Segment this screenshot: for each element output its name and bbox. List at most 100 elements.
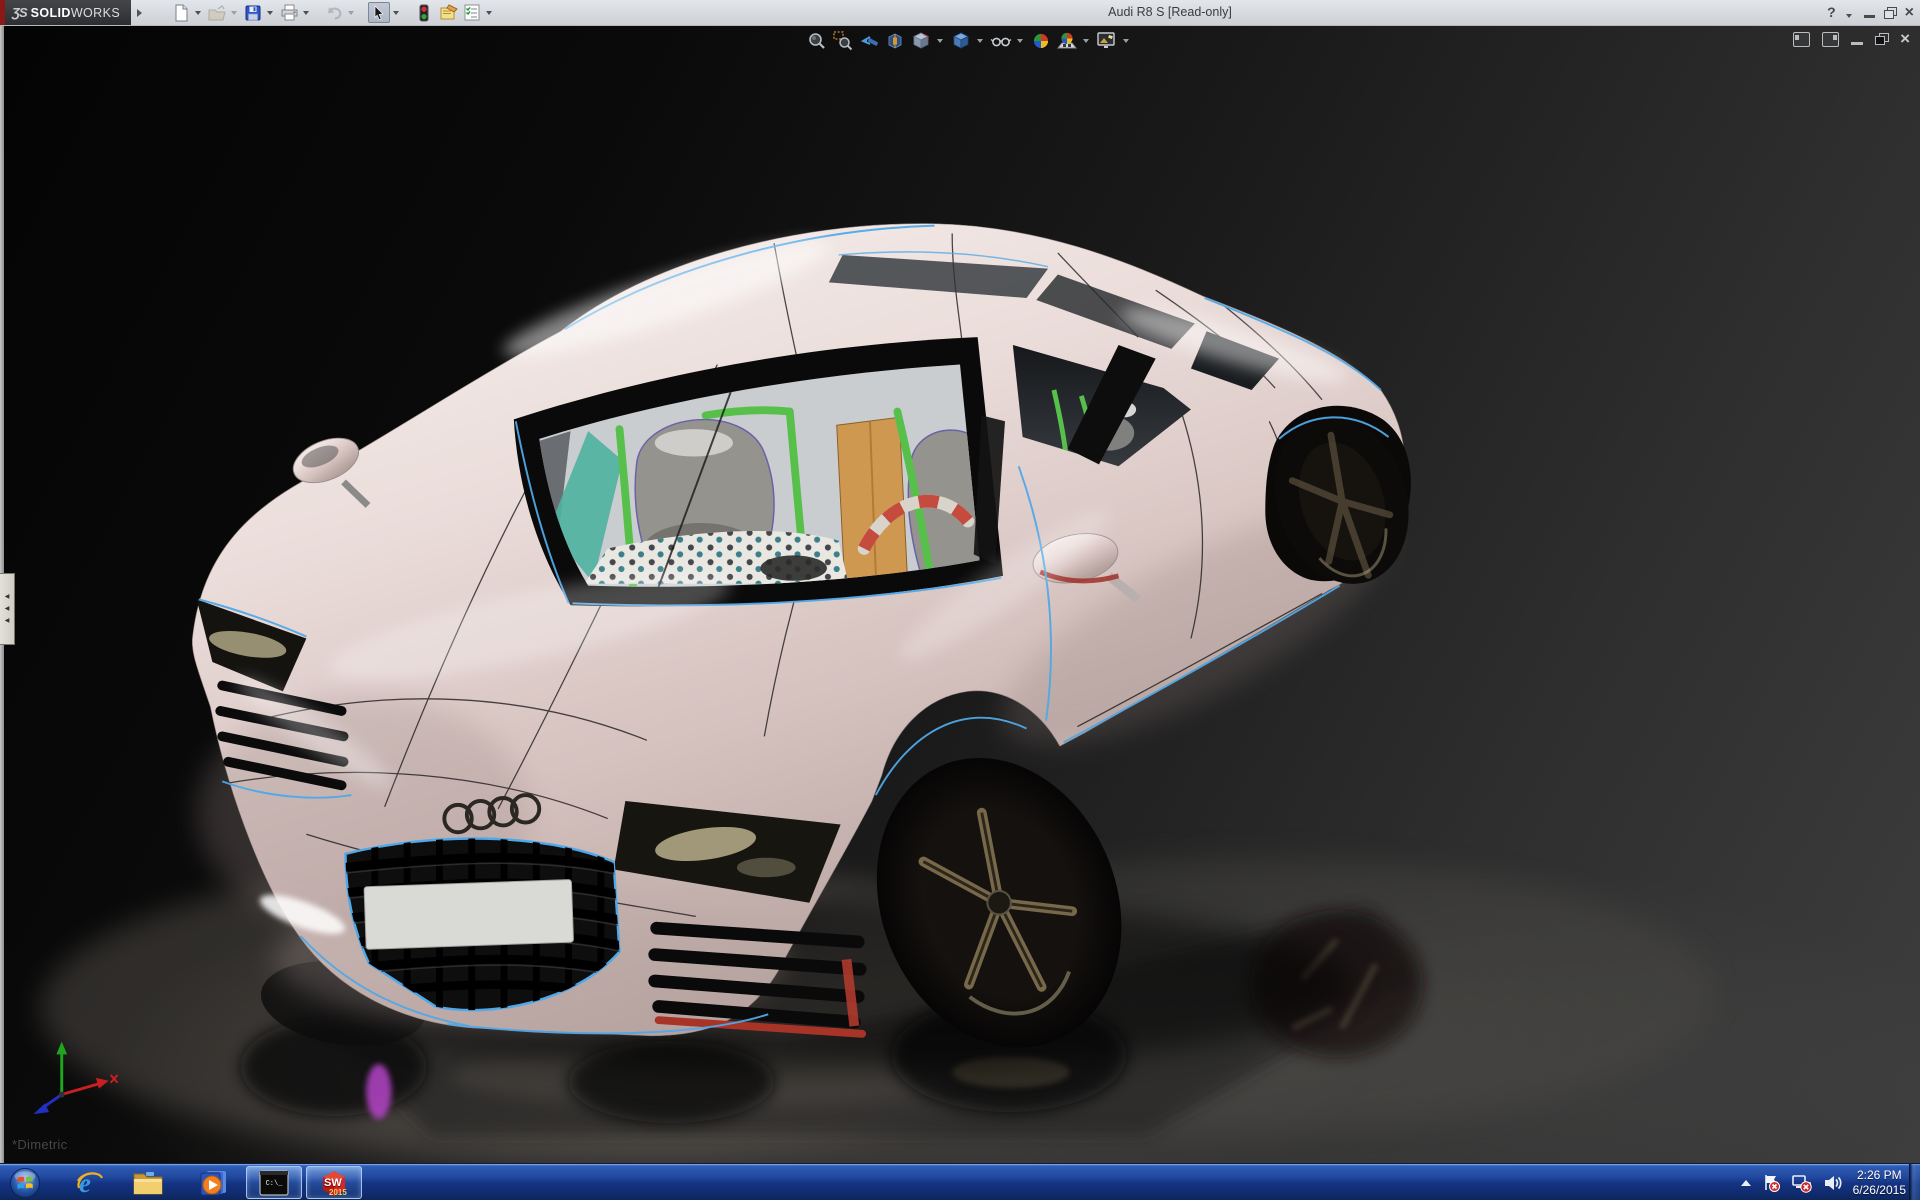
graphics-viewport[interactable]: × ◀ ◀ ◀ *Dimetric [0, 25, 1920, 1163]
save-dropdown-caret[interactable] [267, 11, 273, 15]
view-orientation-caret[interactable] [937, 39, 943, 43]
media-player-icon [199, 1168, 229, 1198]
apply-scene-caret[interactable] [1083, 39, 1089, 43]
select-tool-button[interactable] [368, 2, 390, 23]
stoplight-button[interactable] [413, 2, 435, 23]
stoplight-icon [419, 4, 429, 22]
command-prompt-icon-text: C:\_ [266, 1180, 283, 1188]
view-settings-button[interactable] [1096, 30, 1118, 52]
new-document-icon [172, 4, 190, 22]
print-dropdown-caret[interactable] [303, 11, 309, 15]
internet-explorer-button[interactable]: e [68, 1166, 112, 1199]
solidworks-application-window: ƷS SOLIDWORKS [0, 0, 1920, 1200]
model-render-audi-r8 [0, 25, 1920, 1163]
collapse-arrow-icon: ◀ [5, 618, 10, 624]
design-checker-button[interactable] [461, 2, 483, 23]
select-dropdown-caret[interactable] [393, 11, 399, 15]
license-plate-blank [364, 880, 574, 950]
system-tray: 2:26 PM 6/26/2015 [1741, 1164, 1906, 1200]
save-button[interactable] [242, 2, 264, 23]
apply-scene-button[interactable] [1056, 30, 1078, 52]
media-player-button[interactable] [192, 1166, 236, 1199]
save-floppy-icon [244, 4, 262, 22]
hide-show-items-caret[interactable] [1017, 39, 1023, 43]
design-checker-dropdown-caret[interactable] [486, 11, 492, 15]
zoom-to-area-icon [833, 31, 853, 51]
undo-icon [325, 5, 343, 21]
close-button[interactable]: × [1905, 0, 1914, 25]
display-style-button[interactable] [950, 30, 972, 52]
tray-date: 6/26/2015 [1853, 1183, 1906, 1198]
collapse-arrow-icon: ◀ [5, 606, 10, 612]
solidworks-logo: ƷS SOLIDWORKS [5, 0, 131, 25]
zoom-to-area-button[interactable] [832, 30, 854, 52]
document-window-controls: × [1793, 31, 1910, 47]
network-disconnected-icon[interactable] [1791, 1173, 1813, 1193]
view-orientation-label: *Dimetric [12, 1137, 67, 1152]
document-restore-button[interactable] [1875, 33, 1888, 45]
dassault-3ds-icon: ƷS [12, 5, 27, 20]
hidden-icons-button[interactable] [1741, 1180, 1751, 1186]
svg-text:e: e [79, 1168, 91, 1198]
comment-note-icon [439, 4, 458, 21]
tray-clock[interactable]: 2:26 PM 6/26/2015 [1853, 1168, 1906, 1198]
edit-appearance-icon [1031, 31, 1051, 51]
open-folder-icon [208, 5, 227, 21]
brand-solid: SOLID [31, 6, 71, 20]
new-dropdown-caret[interactable] [195, 11, 201, 15]
command-prompt-button[interactable]: C:\_ [246, 1166, 302, 1199]
feature-manager-collapse-tab[interactable]: ◀ ◀ ◀ [0, 573, 15, 645]
comment-button[interactable] [437, 2, 459, 23]
view-orientation-button[interactable] [910, 30, 932, 52]
start-button[interactable] [6, 1166, 44, 1199]
edit-appearance-button[interactable] [1030, 30, 1052, 52]
select-cursor-icon [372, 5, 386, 21]
display-style-icon [951, 31, 971, 51]
zoom-to-fit-button[interactable] [806, 30, 828, 52]
windows-taskbar: e C:\_ [0, 1163, 1920, 1200]
apply-scene-icon [1056, 31, 1078, 51]
undo-dropdown-caret[interactable] [348, 11, 354, 15]
action-center-flag-icon[interactable] [1761, 1173, 1781, 1193]
tray-time: 2:26 PM [1853, 1168, 1906, 1183]
volume-icon[interactable] [1823, 1173, 1843, 1193]
show-desktop-button[interactable] [1909, 1164, 1920, 1200]
file-explorer-button[interactable] [126, 1166, 170, 1199]
section-view-button[interactable] [884, 30, 906, 52]
toggle-right-pane-button[interactable] [1822, 32, 1839, 47]
restore-button[interactable] [1884, 7, 1896, 18]
help-button[interactable]: ? [1827, 0, 1836, 25]
print-icon [280, 4, 299, 21]
windows-start-icon [9, 1167, 41, 1199]
open-button[interactable] [206, 2, 228, 23]
view-orientation-icon [911, 31, 931, 51]
undo-button[interactable] [323, 2, 345, 23]
zoom-to-fit-icon [807, 31, 827, 51]
menu-expand-button[interactable] [133, 4, 146, 21]
file-explorer-icon [132, 1169, 164, 1197]
view-settings-caret[interactable] [1123, 39, 1129, 43]
display-style-caret[interactable] [977, 39, 983, 43]
hide-show-items-button[interactable] [990, 30, 1012, 52]
window-title: Audi R8 S [Read-only] [1020, 0, 1320, 25]
standard-toolbar [170, 1, 495, 24]
print-button[interactable] [278, 2, 300, 23]
solidworks-app-button[interactable]: SW 2015 [306, 1166, 362, 1199]
minimize-button[interactable] [1864, 15, 1875, 18]
document-minimize-button[interactable] [1851, 42, 1863, 45]
section-view-icon [885, 31, 905, 51]
hide-show-items-icon [990, 31, 1012, 51]
help-dropdown-caret[interactable] [1846, 14, 1852, 18]
title-bar: ƷS SOLIDWORKS [0, 0, 1920, 26]
internet-explorer-icon: e [75, 1168, 105, 1198]
new-document-button[interactable] [170, 2, 192, 23]
brand-works: WORKS [71, 6, 120, 20]
previous-view-button[interactable] [858, 30, 880, 52]
document-close-button[interactable]: × [1900, 31, 1910, 47]
open-dropdown-caret[interactable] [231, 11, 237, 15]
design-checker-icon [463, 4, 481, 21]
heads-up-view-toolbar [806, 28, 1132, 54]
previous-view-icon [859, 31, 879, 51]
collapse-arrow-icon: ◀ [5, 594, 10, 600]
toggle-left-pane-button[interactable] [1793, 32, 1810, 47]
